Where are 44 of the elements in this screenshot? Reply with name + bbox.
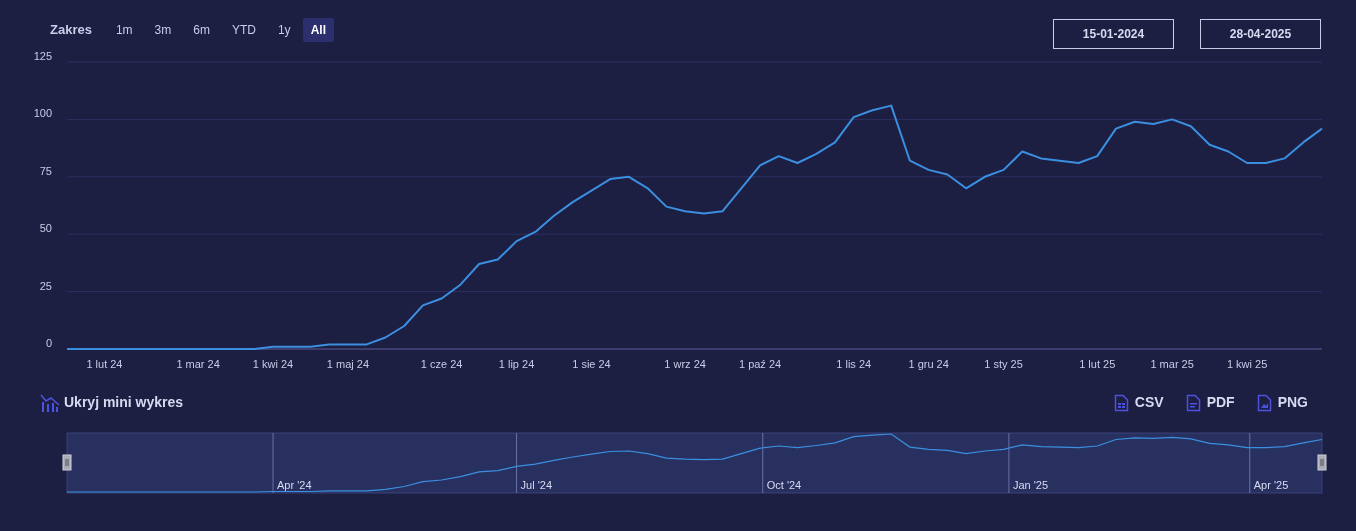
x-axis-label: 1 sty 25: [984, 358, 1023, 370]
y-axis-label: 75: [39, 164, 52, 177]
bar-chart-icon[interactable]: [40, 392, 60, 413]
y-axis-label: 100: [33, 107, 52, 120]
x-axis-label: 1 cze 24: [420, 358, 463, 370]
x-axis-label: 1 maj 24: [326, 358, 370, 370]
x-axis-label: 1 wrz 24: [664, 358, 706, 370]
range-button[interactable]: All: [302, 18, 334, 42]
y-axis-label: 0: [45, 337, 52, 349]
x-axis-label: 1 lut 25: [1079, 358, 1116, 370]
navigator-label: Oct '24: [766, 479, 802, 491]
x-axis-label: 1 gru 24: [908, 358, 949, 370]
document-file-icon: [1185, 393, 1201, 412]
navigator-label: Apr '24: [277, 479, 312, 491]
x-axis-label: 1 mar 24: [176, 358, 220, 370]
navigator-label: Apr '25: [1253, 479, 1289, 491]
start-date-field[interactable]: 15-01-2024: [1053, 19, 1174, 49]
navigator-label: Jul '24: [520, 479, 552, 491]
x-axis-label: 1 lis 24: [836, 358, 872, 370]
range-button[interactable]: YTD: [221, 18, 266, 42]
x-axis-label: 1 paź 24: [738, 358, 782, 370]
x-axis-label: 1 kwi 25: [1226, 358, 1268, 370]
range-button[interactable]: 1m: [105, 18, 143, 42]
export-button[interactable]: PNG: [1256, 392, 1308, 413]
hide-mini-chart-link[interactable]: Ukryj mini wykres: [64, 392, 184, 413]
navigator-label: Jan '25: [1012, 479, 1049, 491]
range-label: Zakres: [50, 21, 92, 40]
spreadsheet-file-icon: [1113, 393, 1129, 412]
x-axis-label: 1 kwi 24: [252, 358, 294, 370]
y-axis-label: 125: [33, 50, 52, 62]
range-button[interactable]: 3m: [144, 18, 182, 42]
range-button[interactable]: 6m: [183, 18, 220, 42]
x-axis-label: 1 lip 24: [498, 358, 535, 370]
x-axis-label: 1 mar 25: [1150, 358, 1194, 370]
y-axis-label: 25: [39, 279, 52, 292]
x-axis-label: 1 sie 24: [572, 358, 611, 370]
export-button[interactable]: CSV: [1113, 392, 1164, 413]
end-date-field[interactable]: 28-04-2025: [1200, 19, 1321, 49]
y-axis-label: 50: [39, 222, 52, 235]
range-button[interactable]: 1y: [267, 18, 301, 42]
image-file-icon: [1256, 393, 1272, 412]
export-button[interactable]: PDF: [1185, 392, 1235, 413]
navigator-drawing[interactable]: [62, 432, 1327, 494]
x-axis-label: 1 lut 24: [86, 358, 123, 370]
